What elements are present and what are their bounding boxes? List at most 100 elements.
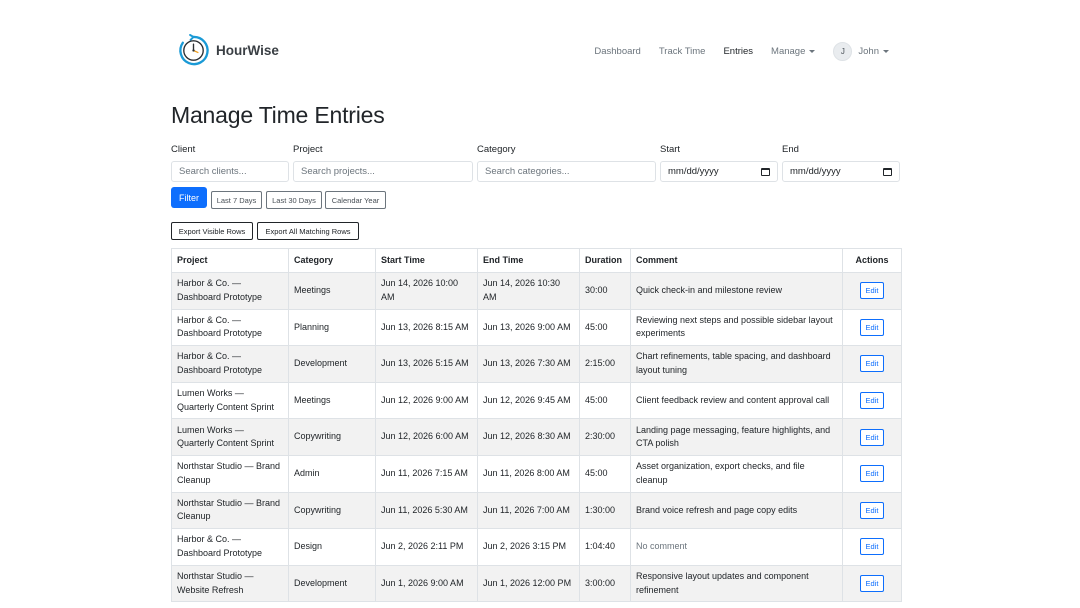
last-30-days-button[interactable]: Last 30 Days [266, 191, 322, 209]
cell-duration: 2:15:00 [579, 345, 631, 383]
entries-table: Project Category Start Time End Time Dur… [171, 248, 902, 603]
table-row: Lumen Works — Quarterly Content Sprint Me… [171, 381, 902, 420]
cell-duration: 45:00 [579, 381, 631, 420]
calendar-icon[interactable] [761, 167, 770, 176]
header-start-time[interactable]: Start Time [375, 248, 478, 273]
cell-start-time: Jun 2, 2026 2:11 PM [375, 528, 478, 566]
cell-end-time: Jun 1, 2026 12:00 PM [477, 564, 580, 603]
cell-comment: Landing page messaging, feature highligh… [630, 418, 843, 456]
header-end-time[interactable]: End Time [477, 248, 580, 273]
table-row: Northstar Studio — Website Refresh Develo… [171, 564, 902, 603]
cell-start-time: Jun 11, 2026 7:15 AM [375, 454, 478, 493]
cell-start-time: Jun 12, 2026 9:00 AM [375, 381, 478, 420]
cell-duration: 45:00 [579, 308, 631, 347]
client-label: Client [171, 144, 196, 155]
end-label: End [782, 144, 799, 155]
nav-manage-label: Manage [771, 45, 806, 57]
cell-comment: Responsive layout updates and component … [630, 564, 843, 603]
cell-actions: Edit [842, 381, 902, 420]
user-menu[interactable]: J John [833, 41, 889, 61]
last-7-days-button[interactable]: Last 7 Days [211, 191, 262, 209]
header-duration[interactable]: Duration [579, 248, 631, 273]
cell-end-time: Jun 2, 2026 3:15 PM [477, 528, 580, 566]
cell-actions: Edit [842, 345, 902, 383]
cell-duration: 2:30:00 [579, 418, 631, 456]
header-comment[interactable]: Comment [630, 248, 843, 273]
cell-category: Copywriting [288, 418, 376, 456]
header-category[interactable]: Category [288, 248, 376, 273]
edit-button[interactable]: Edit [860, 501, 884, 519]
cell-category: Development [288, 345, 376, 383]
filter-button[interactable]: Filter [171, 187, 207, 208]
table-row: Northstar Studio — Brand Cleanup Admin Jun… [171, 454, 902, 493]
cell-category: Meetings [288, 272, 376, 310]
cell-project: Harbor & Co. — Dashboard Prototype [171, 308, 289, 347]
cell-end-time: Jun 11, 2026 7:00 AM [477, 491, 580, 530]
edit-button[interactable]: Edit [860, 428, 884, 446]
entries-table-wrapper: Project Category Start Time End Time Dur… [171, 248, 902, 603]
edit-button[interactable]: Edit [860, 392, 884, 410]
cell-end-time: Jun 12, 2026 8:30 AM [477, 418, 580, 456]
table-row: Harbor & Co. — Dashboard Prototype Meetin… [171, 272, 902, 310]
edit-button[interactable]: Edit [860, 575, 884, 593]
cell-project: Lumen Works — Quarterly Content Sprint [171, 381, 289, 420]
cell-duration: 30:00 [579, 272, 631, 310]
cell-actions: Edit [842, 418, 902, 456]
calendar-year-button[interactable]: Calendar Year [325, 191, 386, 209]
category-search-input[interactable]: Search categories... [477, 161, 656, 182]
brand[interactable]: HourWise [177, 34, 279, 67]
cell-start-time: Jun 13, 2026 8:15 AM [375, 308, 478, 347]
cell-start-time: Jun 13, 2026 5:15 AM [375, 345, 478, 383]
cell-start-time: Jun 14, 2026 10:00 AM [375, 272, 478, 310]
end-date-placeholder: mm/dd/yyyy [790, 166, 841, 177]
cell-category: Planning [288, 308, 376, 347]
cell-comment: Asset organization, export checks, and f… [630, 454, 843, 493]
cell-duration: 1:30:00 [579, 491, 631, 530]
table-row: Harbor & Co. — Dashboard Prototype Design… [171, 528, 902, 566]
cell-start-time: Jun 11, 2026 5:30 AM [375, 491, 478, 530]
project-search-input[interactable]: Search projects... [293, 161, 473, 182]
edit-button[interactable]: Edit [860, 318, 884, 336]
cell-category: Admin [288, 454, 376, 493]
cell-project: Lumen Works — Quarterly Content Sprint [171, 418, 289, 456]
table-row: Lumen Works — Quarterly Content Sprint Co… [171, 418, 902, 456]
export-visible-rows-button[interactable]: Export Visible Rows [171, 222, 253, 240]
edit-button[interactable]: Edit [860, 355, 884, 373]
cell-start-time: Jun 12, 2026 6:00 AM [375, 418, 478, 456]
cell-actions: Edit [842, 491, 902, 530]
nav-manage-dropdown[interactable]: Manage [771, 45, 816, 57]
edit-button[interactable]: Edit [860, 538, 884, 556]
cell-duration: 45:00 [579, 454, 631, 493]
chevron-down-icon [809, 50, 816, 53]
table-header-row: Project Category Start Time End Time Dur… [171, 248, 902, 273]
cell-actions: Edit [842, 308, 902, 347]
table-row: Northstar Studio — Brand Cleanup Copywrit… [171, 491, 902, 530]
cell-project: Northstar Studio — Brand Cleanup [171, 491, 289, 530]
table-body: Harbor & Co. — Dashboard Prototype Meetin… [171, 272, 902, 603]
calendar-icon[interactable] [883, 167, 892, 176]
cell-comment: Brand voice refresh and page copy edits [630, 491, 843, 530]
clock-logo-icon [179, 34, 209, 66]
edit-button[interactable]: Edit [860, 282, 884, 300]
cell-category: Design [288, 528, 376, 566]
cell-end-time: Jun 14, 2026 10:30 AM [477, 272, 580, 310]
cell-project: Harbor & Co. — Dashboard Prototype [171, 345, 289, 383]
export-all-matching-rows-button[interactable]: Export All Matching Rows [257, 222, 359, 240]
start-date-input[interactable]: mm/dd/yyyy [660, 161, 778, 182]
header-project[interactable]: Project [171, 248, 289, 273]
nav-track-time[interactable]: Track Time [659, 46, 706, 57]
client-search-input[interactable]: Search clients... [171, 161, 289, 182]
avatar: J [833, 41, 853, 61]
nav-entries[interactable]: Entries [723, 46, 753, 57]
cell-category: Development [288, 564, 376, 603]
cell-start-time: Jun 1, 2026 9:00 AM [375, 564, 478, 603]
table-row: Harbor & Co. — Dashboard Prototype Planni… [171, 308, 902, 347]
edit-button[interactable]: Edit [860, 465, 884, 483]
header-actions: Actions [842, 248, 902, 273]
cell-comment: Quick check-in and milestone review [630, 272, 843, 310]
project-label: Project [293, 144, 323, 155]
brand-name: HourWise [216, 43, 279, 58]
category-label: Category [477, 144, 516, 155]
nav-dashboard[interactable]: Dashboard [594, 46, 640, 57]
end-date-input[interactable]: mm/dd/yyyy [782, 161, 900, 182]
